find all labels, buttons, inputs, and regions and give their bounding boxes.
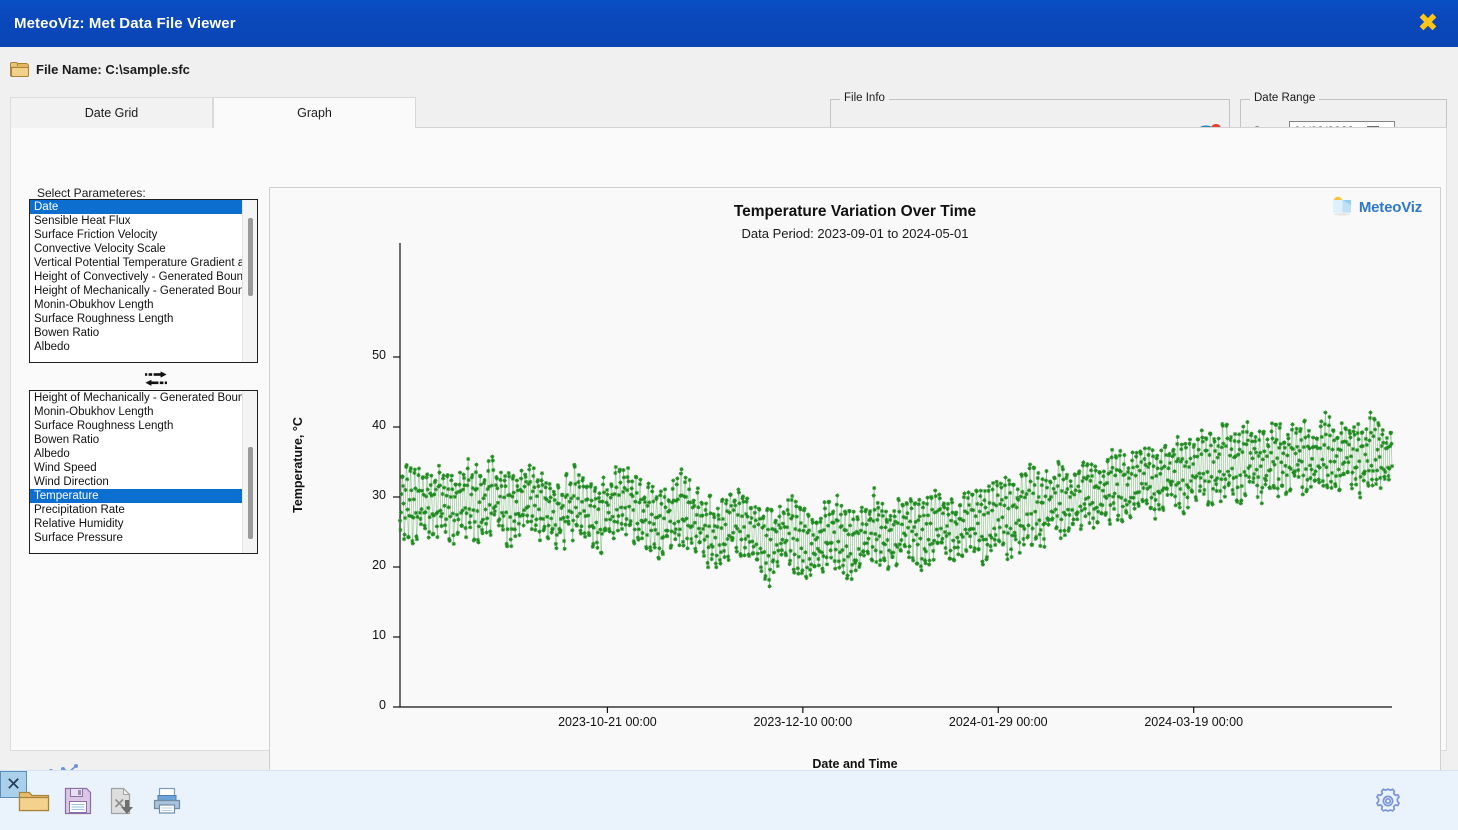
y-tick-label: 50 xyxy=(350,348,386,362)
available-parameter-item[interactable]: Bowen Ratio xyxy=(30,326,242,340)
tab-date-grid[interactable]: Date Grid xyxy=(10,97,213,128)
selected-parameter-item[interactable]: Surface Roughness Length xyxy=(30,419,242,433)
available-parameter-item[interactable]: Height of Mechanically - Generated Bound… xyxy=(30,284,242,298)
selected-parameter-item[interactable]: Precipitation Rate xyxy=(30,503,242,517)
selected-parameter-item[interactable]: Relative Humidity xyxy=(30,517,242,531)
transfer-arrows-icon[interactable] xyxy=(143,371,169,387)
selected-parameter-item[interactable]: Wind Speed xyxy=(30,461,242,475)
gear-icon[interactable] xyxy=(1371,785,1405,817)
main-body: File Name: C:\sample.sfc File Info Locat… xyxy=(0,47,1458,770)
available-parameter-item[interactable]: Height of Convectively - Generated Bound… xyxy=(30,270,242,284)
scrollbar-vertical[interactable] xyxy=(242,391,257,553)
selected-parameter-item[interactable]: Bowen Ratio xyxy=(30,433,242,447)
selected-parameter-item[interactable]: Monin-Obukhov Length xyxy=(30,405,242,419)
available-parameter-item[interactable]: Surface Friction Velocity xyxy=(30,228,242,242)
app-title: MeteoViz: Met Data File Viewer xyxy=(14,15,236,32)
available-parameter-item[interactable]: Sensible Heat Flux xyxy=(30,214,242,228)
print-icon[interactable] xyxy=(150,785,184,817)
selected-parameter-item[interactable]: Height of Mechanically - Generated Bound… xyxy=(30,391,242,405)
available-parameters-listbox[interactable]: DateSensible Heat FluxSurface Friction V… xyxy=(29,199,258,363)
tab-page-graph: Select Parameteres: DateSensible Heat Fl… xyxy=(10,128,1447,751)
titlebar-decoration xyxy=(498,0,1458,47)
selected-parameter-item[interactable]: Surface Pressure xyxy=(30,531,242,545)
available-parameter-item[interactable]: Vertical Potential Temperature Gradient … xyxy=(30,256,242,270)
y-tick-label: 40 xyxy=(350,418,386,432)
file-name-label: File Name: C:\sample.sfc xyxy=(36,62,190,77)
application-window: MeteoViz: Met Data File Viewer ✖ File Na… xyxy=(0,0,1458,830)
folder-icon xyxy=(10,62,29,77)
close-icon[interactable]: ✖ xyxy=(1414,10,1442,38)
titlebar-decoration xyxy=(428,0,1458,47)
available-parameter-item[interactable]: Albedo xyxy=(30,340,242,354)
y-tick-label: 10 xyxy=(350,628,386,642)
title-bar: MeteoViz: Met Data File Viewer ✖ xyxy=(0,0,1458,47)
x-tick-label: 2024-03-19 00:00 xyxy=(1114,715,1274,729)
titlebar-decoration xyxy=(617,0,1458,47)
selected-parameter-item[interactable]: Temperature xyxy=(30,489,242,503)
x-tick-label: 2024-01-29 00:00 xyxy=(918,715,1078,729)
bottom-toolbar: ✕ xyxy=(0,770,1458,830)
selected-parameter-item[interactable]: Wind Direction xyxy=(30,475,242,489)
y-tick-label: 0 xyxy=(350,698,386,712)
select-parameters-label: Select Parameteres: xyxy=(37,186,146,200)
folder-open-icon[interactable] xyxy=(17,785,51,817)
available-parameter-item[interactable]: Surface Roughness Length xyxy=(30,312,242,326)
chart-panel: MeteoViz Temperature Variation Over Time… xyxy=(269,187,1441,800)
export-document-icon[interactable] xyxy=(105,785,139,817)
x-tick-label: 2023-10-21 00:00 xyxy=(527,715,687,729)
file-name-row: File Name: C:\sample.sfc xyxy=(10,62,190,77)
selected-parameter-item[interactable]: Albedo xyxy=(30,447,242,461)
y-tick-label: 20 xyxy=(350,558,386,572)
scrollbar-thumb[interactable] xyxy=(248,218,253,296)
scrollbar-thumb[interactable] xyxy=(248,447,253,539)
floppy-save-icon[interactable] xyxy=(61,785,95,817)
chart-plot-area xyxy=(270,188,1441,800)
tab-graph[interactable]: Graph xyxy=(213,97,416,128)
x-tick-label: 2023-12-10 00:00 xyxy=(723,715,883,729)
available-parameter-item[interactable]: Date xyxy=(30,200,242,214)
series-line xyxy=(400,413,1392,587)
tab-strip: Date Grid Graph xyxy=(10,97,1447,128)
selected-parameters-listbox[interactable]: Height of Mechanically - Generated Bound… xyxy=(29,390,258,554)
available-parameter-item[interactable]: Monin-Obukhov Length xyxy=(30,298,242,312)
available-parameter-item[interactable]: Convective Velocity Scale xyxy=(30,242,242,256)
y-tick-label: 30 xyxy=(350,488,386,502)
scrollbar-vertical[interactable] xyxy=(242,200,257,362)
